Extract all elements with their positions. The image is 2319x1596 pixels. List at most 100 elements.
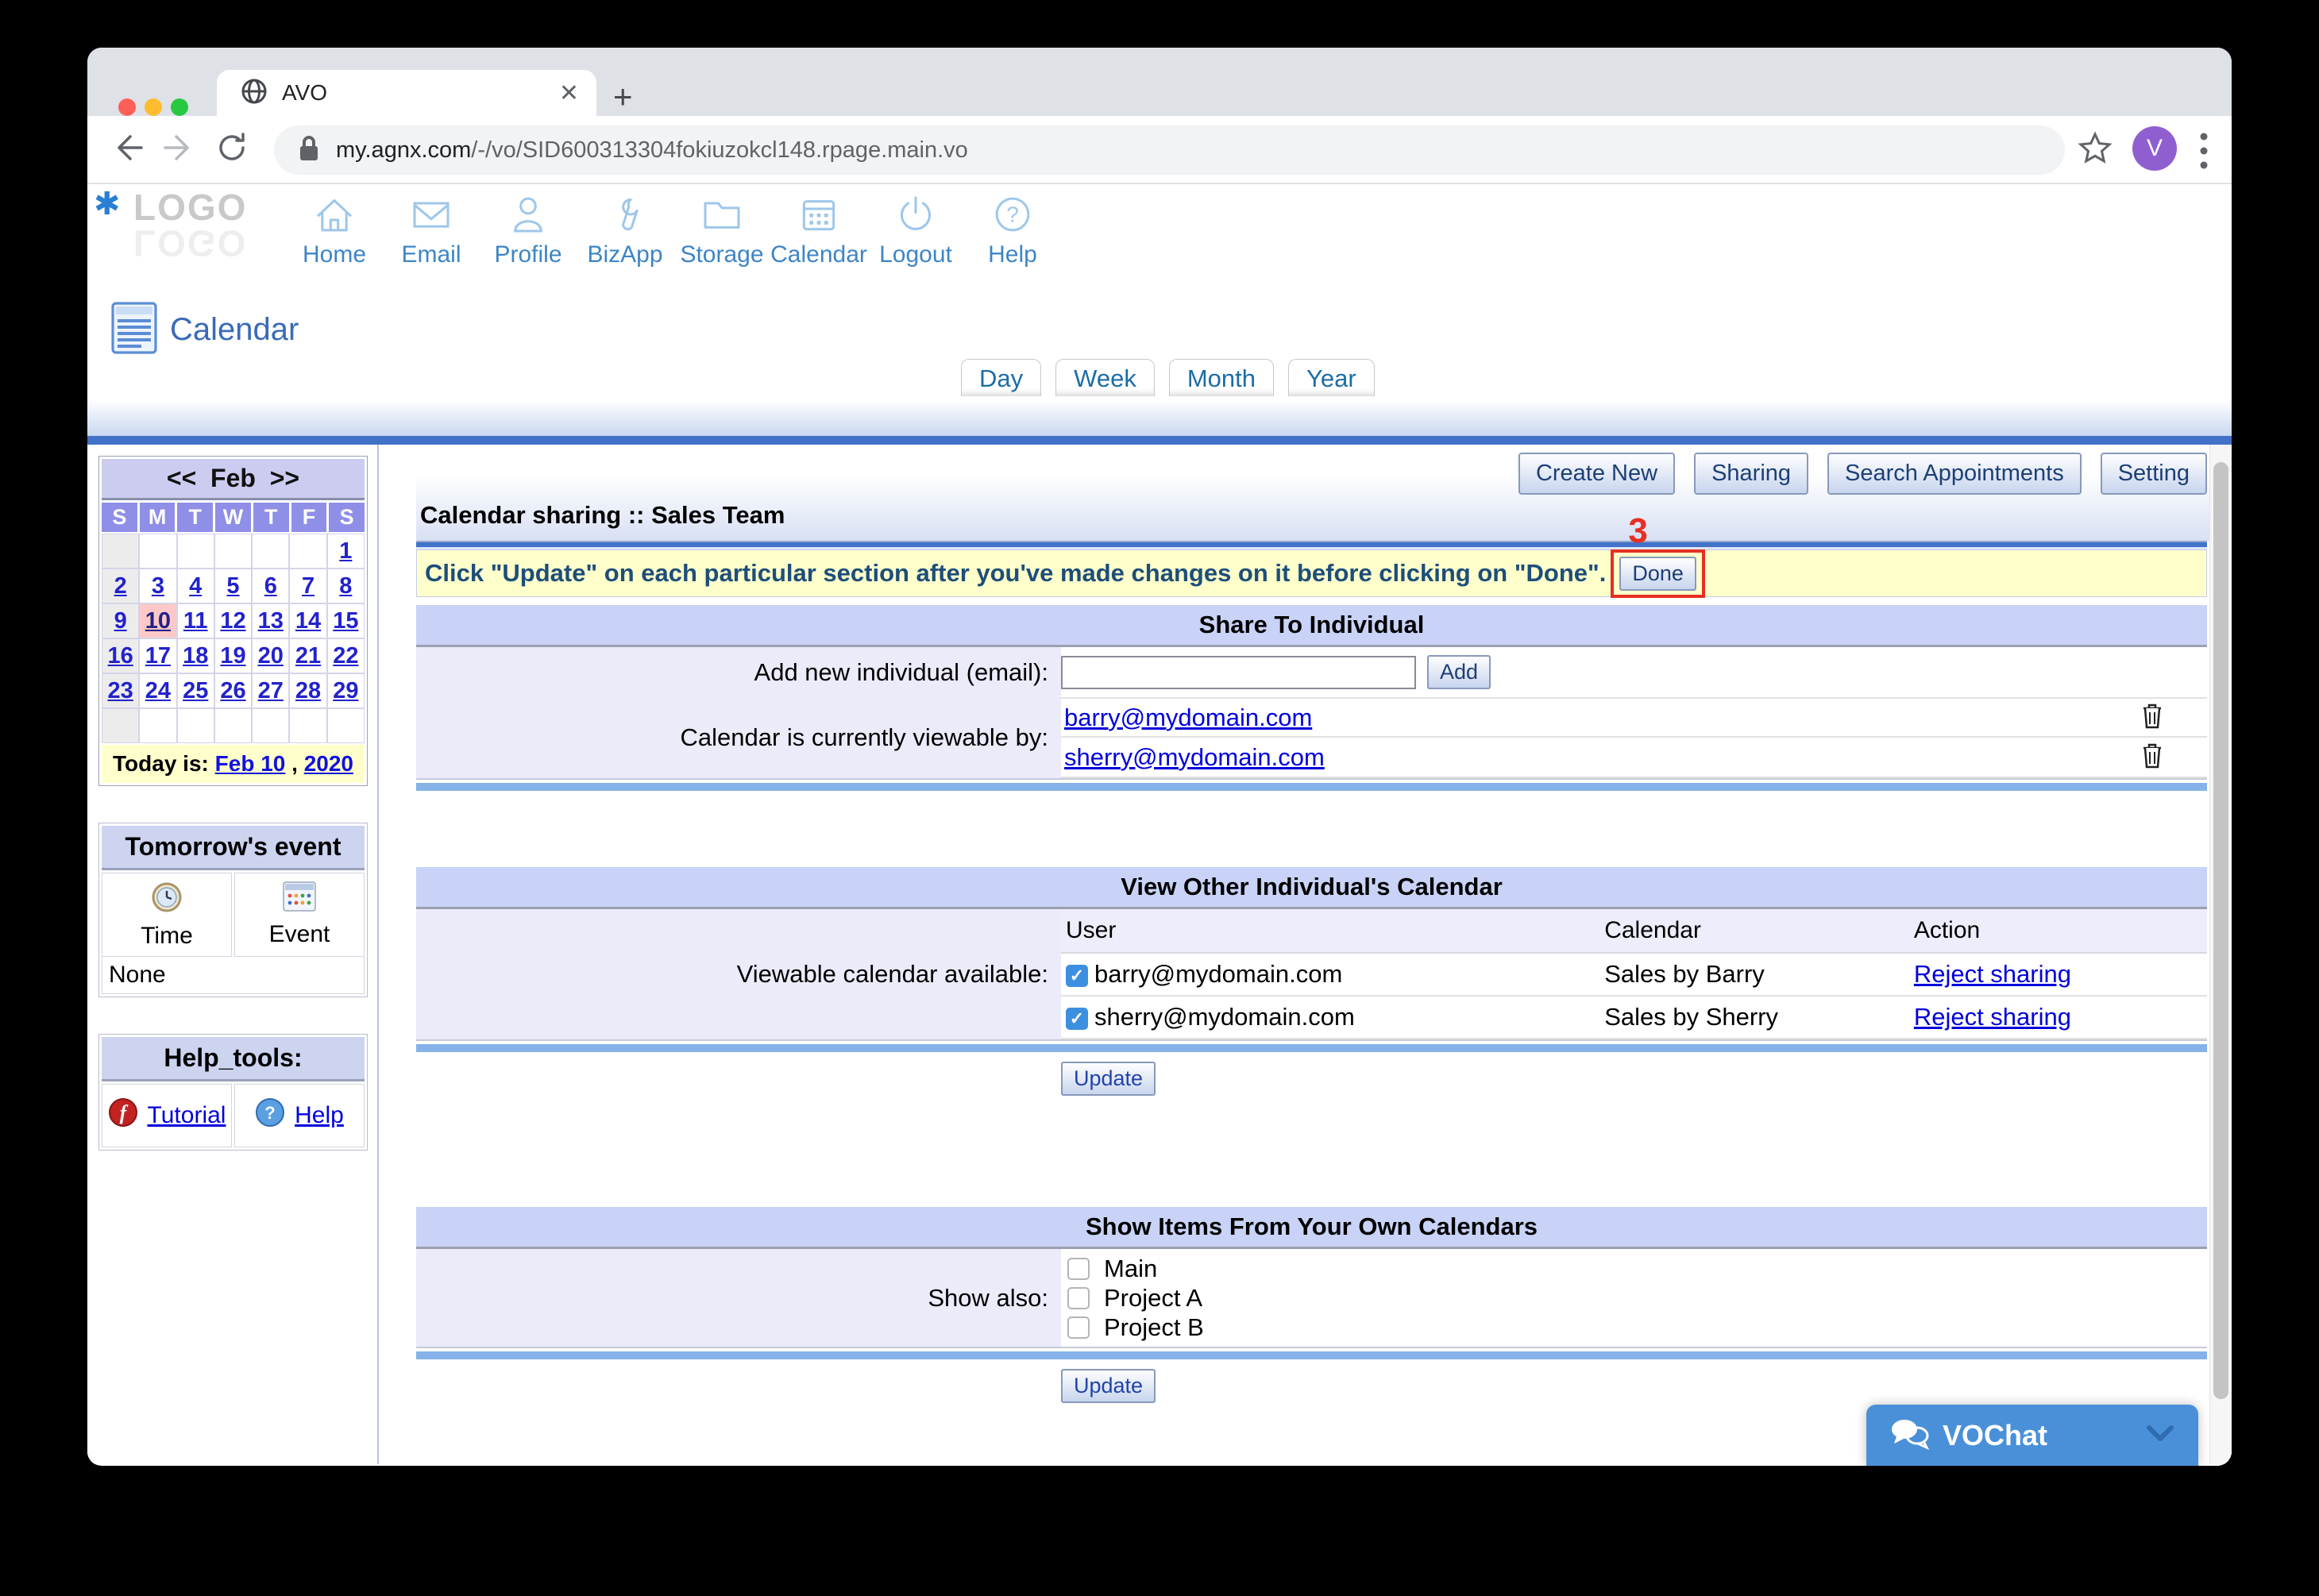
date-cell[interactable]: 26 (214, 673, 252, 708)
forward-icon[interactable] (159, 130, 200, 169)
tab-title: AVO (282, 80, 559, 106)
date-cell[interactable]: 6 (252, 569, 289, 603)
date-cell[interactable]: 18 (177, 638, 214, 673)
help-link[interactable]: Help (295, 1102, 344, 1129)
date-cell[interactable]: 25 (177, 673, 214, 708)
tab-month[interactable]: Month (1169, 359, 1274, 396)
new-tab-button[interactable]: + (613, 78, 633, 116)
date-cell[interactable]: 29 (327, 673, 365, 708)
date-cell[interactable]: 14 (289, 603, 326, 638)
date-cell[interactable]: 5 (214, 569, 252, 603)
today-date-link[interactable]: Feb 10 (215, 751, 286, 776)
section-divider-bar (416, 1351, 2207, 1359)
month-label: Feb (210, 464, 256, 492)
scrollbar-thumb[interactable] (2213, 462, 2228, 1399)
chevron-down-icon[interactable] (2144, 1424, 2176, 1448)
empty-date-cell (139, 708, 176, 743)
done-button[interactable]: Done (1619, 557, 1696, 591)
column-header: Calendar (1599, 909, 1909, 953)
tab-year[interactable]: Year (1288, 359, 1375, 396)
avatar[interactable]: V (2132, 126, 2177, 171)
date-cell[interactable]: 21 (289, 638, 326, 673)
calendar-app-icon (111, 302, 157, 358)
vochat-widget[interactable]: VOChat (1866, 1405, 2198, 1466)
search-appointments-button[interactable]: Search Appointments (1827, 453, 2082, 495)
tab-day[interactable]: Day (961, 359, 1041, 396)
date-cell[interactable]: 19 (214, 638, 252, 673)
date-cell[interactable]: 27 (252, 673, 289, 708)
user-checkbox[interactable]: ✓ (1066, 965, 1088, 987)
create-new-button[interactable]: Create New (1518, 453, 1675, 495)
reject-sharing-link[interactable]: Reject sharing (1914, 960, 2071, 988)
window-zoom-button[interactable] (171, 98, 188, 116)
prev-month-button[interactable]: << (167, 464, 196, 492)
delete-viewer-icon[interactable] (2140, 742, 2164, 773)
date-cell[interactable]: 4 (177, 569, 214, 603)
nav-item-storage[interactable]: Storage (673, 192, 770, 268)
nav-item-calendar[interactable]: Calendar (770, 192, 867, 268)
bookmark-star-icon[interactable] (2077, 130, 2113, 171)
date-cell[interactable]: 10 (139, 603, 176, 638)
date-cell[interactable]: 28 (289, 673, 326, 708)
home-icon (286, 192, 383, 237)
back-icon[interactable] (106, 130, 148, 169)
add-button[interactable]: Add (1427, 655, 1491, 689)
delete-viewer-icon[interactable] (2140, 702, 2164, 733)
date-cell[interactable]: 16 (102, 638, 139, 673)
reject-sharing-link[interactable]: Reject sharing (1914, 1003, 2071, 1031)
vochat-label: VOChat (1943, 1419, 2144, 1452)
nav-item-bizapp[interactable]: BizApp (577, 192, 673, 268)
setting-button[interactable]: Setting (2101, 453, 2207, 495)
update-button[interactable]: Update (1061, 1369, 1156, 1403)
date-cell[interactable]: 15 (327, 603, 365, 638)
section-divider-bar (416, 1044, 2207, 1052)
date-cell[interactable]: 13 (252, 603, 289, 638)
day-header: F (291, 503, 327, 532)
viewer-email-link[interactable]: sherry@mydomain.com (1064, 743, 1325, 772)
nav-item-logout[interactable]: Logout (867, 192, 964, 268)
project-b-checkbox[interactable] (1067, 1317, 1090, 1339)
logout-icon (867, 192, 964, 237)
nav-item-email[interactable]: Email (383, 192, 480, 268)
date-cell[interactable]: 24 (139, 673, 176, 708)
viewer-email-link[interactable]: barry@mydomain.com (1064, 704, 1312, 732)
date-cell[interactable]: 23 (102, 673, 139, 708)
page-scrollbar[interactable] (2209, 445, 2232, 1464)
date-cell[interactable]: 2 (102, 569, 139, 603)
nav-item-home[interactable]: Home (286, 192, 383, 268)
tab-close-icon[interactable]: ✕ (559, 79, 579, 107)
date-cell[interactable]: 1 (327, 534, 365, 569)
view-other-section: View Other Individual's Calendar Viewabl… (416, 867, 2209, 1052)
chat-bubbles-icon (1889, 1417, 1930, 1455)
tab-week[interactable]: Week (1055, 359, 1155, 396)
tomorrow-event-panel: Tomorrow's event Time Event None (98, 823, 368, 997)
url-bar[interactable]: my.agnx.com/-/vo/SID600313304fokiuzokcl1… (274, 125, 2065, 175)
project-a-checkbox[interactable] (1067, 1287, 1090, 1309)
window-minimize-button[interactable] (145, 98, 162, 116)
date-cell[interactable]: 11 (177, 603, 214, 638)
reload-icon[interactable] (211, 130, 253, 169)
date-cell[interactable]: 8 (327, 569, 365, 603)
date-cell[interactable]: 3 (139, 569, 176, 603)
date-cell[interactable]: 22 (327, 638, 365, 673)
nav-item-help[interactable]: ? Help (964, 192, 1061, 268)
user-checkbox[interactable]: ✓ (1066, 1008, 1088, 1030)
date-cell[interactable]: 9 (102, 603, 139, 638)
page-title: Calendar sharing :: Sales Team (420, 501, 785, 530)
table-row: ✓barry@mydomain.com Sales by Barry Rejec… (1061, 953, 2207, 996)
browser-tab[interactable]: AVO ✕ (217, 70, 596, 116)
update-button[interactable]: Update (1061, 1062, 1156, 1096)
date-cell[interactable]: 12 (214, 603, 252, 638)
tutorial-link[interactable]: Tutorial (148, 1102, 226, 1129)
add-email-input[interactable] (1061, 656, 1416, 689)
date-cell[interactable]: 20 (252, 638, 289, 673)
menu-dots-icon[interactable] (2198, 130, 2209, 175)
window-close-button[interactable] (118, 98, 136, 116)
nav-item-profile[interactable]: Profile (480, 192, 577, 268)
sharing-button[interactable]: Sharing (1694, 453, 1808, 495)
date-cell[interactable]: 7 (289, 569, 326, 603)
main-checkbox[interactable] (1067, 1258, 1090, 1280)
today-year-link[interactable]: 2020 (304, 751, 353, 776)
date-cell[interactable]: 17 (139, 638, 176, 673)
next-month-button[interactable]: >> (270, 464, 299, 492)
